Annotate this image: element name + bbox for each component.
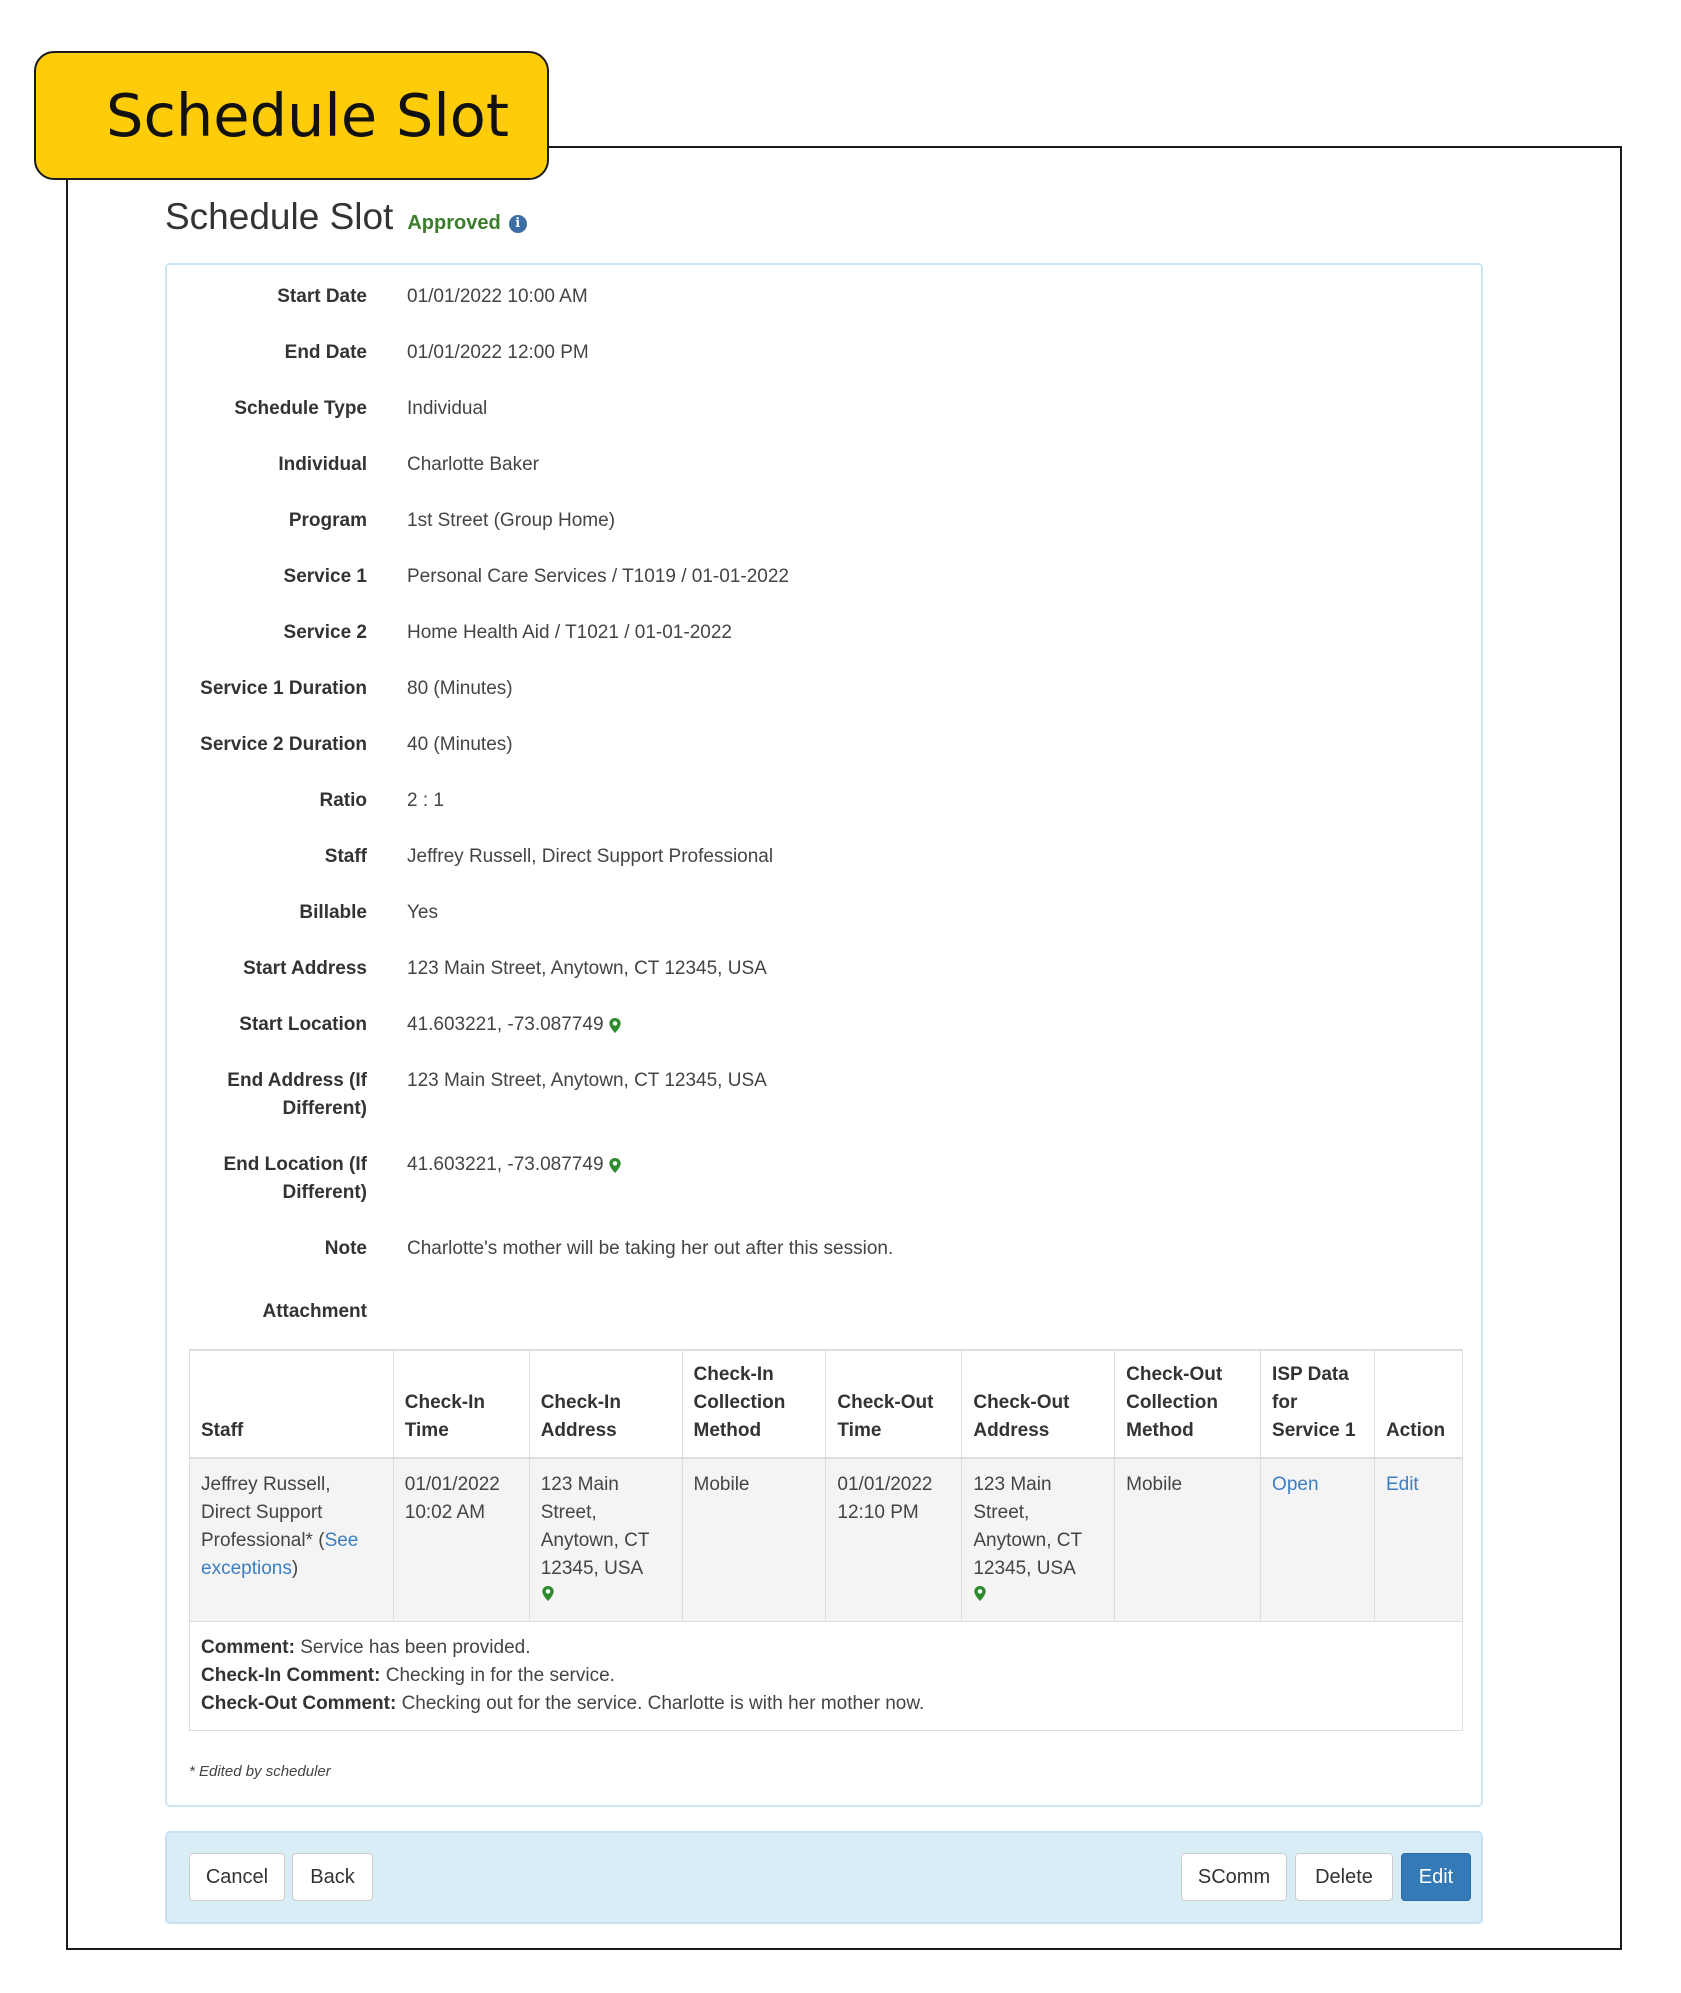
column-header: Check-Out Collection Method <box>1114 1349 1262 1459</box>
column-header: Check-Out Address <box>961 1349 1116 1459</box>
comments-row: Comment: Service has been provided. Chec… <box>189 1621 1463 1731</box>
map-pin-icon[interactable] <box>608 1157 622 1174</box>
detail-value: 80 (Minutes) <box>407 678 513 699</box>
comment-text: Checking in for the service. <box>385 1665 615 1686</box>
detail-label: Service 2 Duration <box>200 734 367 755</box>
detail-value: 40 (Minutes) <box>407 734 513 755</box>
column-header: Check-In Time <box>392 1349 530 1459</box>
column-header: ISP Data for Service 1 <box>1260 1349 1375 1459</box>
checkin-comment-line: Check-In Comment: Checking in for the se… <box>201 1662 1452 1690</box>
detail-label: Individual <box>278 454 367 475</box>
staff-cell: Jeffrey Russell, Direct Support Professi… <box>189 1458 394 1622</box>
comment-label: Comment: <box>201 1637 295 1658</box>
comment-label: Check-In Comment: <box>201 1665 381 1686</box>
detail-label: Billable <box>299 902 367 923</box>
map-pin-icon[interactable] <box>973 1585 987 1602</box>
detail-value: Jeffrey Russell, Direct Support Professi… <box>407 846 774 867</box>
detail-value: 01/01/2022 10:00 AM <box>407 286 588 307</box>
detail-label: End Address (If Different) <box>227 1070 367 1119</box>
detail-value: Home Health Aid / T1021 / 01-01-2022 <box>407 622 732 643</box>
edit-button[interactable]: Edit <box>1401 1853 1471 1901</box>
section-banner: Schedule Slot <box>34 51 549 180</box>
map-pin-icon[interactable] <box>608 1017 622 1034</box>
column-header: Staff <box>189 1349 394 1459</box>
checkout-time-cell: 01/01/2022 12:10 PM <box>825 1458 963 1622</box>
paren-close: ) <box>291 1558 299 1579</box>
table-header-row: Staff Check-In Time Check-In Address Che… <box>189 1349 1464 1459</box>
checkin-address: 123 Main Street, Anytown, CT 12345, USA <box>540 1474 650 1579</box>
detail-label: Attachment <box>262 1301 367 1322</box>
checkout-address: 123 Main Street, Anytown, CT 12345, USA <box>973 1474 1082 1579</box>
detail-label: Program <box>288 510 367 531</box>
detail-value: 123 Main Street, Anytown, CT 12345, USA <box>407 958 767 979</box>
comment-text: Checking out for the service. Charlotte … <box>401 1693 925 1714</box>
status-label: Approved <box>407 212 501 234</box>
column-header: Check-In Collection Method <box>681 1349 827 1459</box>
details-panel: Start Date 01/01/2022 10:00 AM End Date … <box>165 263 1483 1807</box>
action-cell: Edit <box>1373 1458 1464 1622</box>
detail-label: Schedule Type <box>234 398 367 419</box>
checkin-time-cell: 01/01/2022 10:02 AM <box>392 1458 530 1622</box>
detail-value: Charlotte Baker <box>407 454 540 475</box>
info-icon[interactable]: i <box>508 214 527 233</box>
column-header: Check-In Address <box>528 1349 683 1459</box>
detail-value: 01/01/2022 12:00 PM <box>407 342 589 363</box>
detail-label: Service 1 Duration <box>200 678 367 699</box>
edit-check-link[interactable]: Edit <box>1386 1474 1419 1495</box>
status-badge: Approved i <box>407 212 527 235</box>
check-in-out-table: Staff Check-In Time Check-In Address Che… <box>189 1349 1464 1731</box>
detail-label: End Date <box>284 342 367 363</box>
delete-button[interactable]: Delete <box>1295 1853 1393 1901</box>
banner-label: Schedule Slot <box>106 81 509 150</box>
column-header: Action <box>1373 1349 1464 1459</box>
page-title: Schedule Slot <box>165 196 394 237</box>
page-header: Schedule Slot Approved i <box>165 196 527 238</box>
checkout-method-cell: Mobile <box>1114 1458 1262 1622</box>
isp-data-cell: Open <box>1260 1458 1375 1622</box>
comment-text: Service has been provided. <box>300 1637 531 1658</box>
detail-label: Start Address <box>243 958 367 979</box>
detail-value: 1st Street (Group Home) <box>407 510 616 531</box>
detail-value: 2 : 1 <box>407 790 444 811</box>
action-bar: Cancel Back SComm Delete Edit <box>165 1831 1483 1924</box>
checkout-address-cell: 123 Main Street, Anytown, CT 12345, USA <box>961 1458 1116 1622</box>
scomm-button[interactable]: SComm <box>1181 1853 1287 1901</box>
detail-value: 41.603221, -73.087749 <box>407 1154 604 1175</box>
back-button[interactable]: Back <box>292 1853 373 1901</box>
comment-label: Check-Out Comment: <box>201 1693 397 1714</box>
checkin-method-cell: Mobile <box>681 1458 827 1622</box>
detail-value: 41.603221, -73.087749 <box>407 1014 604 1035</box>
detail-value: Charlotte's mother will be taking her ou… <box>407 1238 894 1259</box>
checkin-address-cell: 123 Main Street, Anytown, CT 12345, USA <box>528 1458 683 1622</box>
cancel-button[interactable]: Cancel <box>189 1853 285 1901</box>
comment-line: Comment: Service has been provided. <box>201 1634 1452 1662</box>
detail-label: Staff <box>324 846 367 867</box>
column-header: Check-Out Time <box>825 1349 963 1459</box>
detail-value: Personal Care Services / T1019 / 01-01-2… <box>407 566 789 587</box>
detail-value: Yes <box>407 902 438 923</box>
detail-label: Ratio <box>319 790 368 811</box>
detail-label: Start Location <box>239 1014 367 1035</box>
detail-value: Individual <box>407 398 488 419</box>
open-isp-link[interactable]: Open <box>1272 1474 1318 1495</box>
staff-name: Jeffrey Russell, Direct Support Professi… <box>201 1474 331 1551</box>
detail-label: Service 1 <box>283 566 367 587</box>
detail-value: 123 Main Street, Anytown, CT 12345, USA <box>407 1070 767 1091</box>
map-pin-icon[interactable] <box>541 1585 555 1602</box>
table-row: Jeffrey Russell, Direct Support Professi… <box>189 1458 1464 1622</box>
detail-label: End Location (If Different) <box>223 1154 367 1203</box>
detail-label: Service 2 <box>283 622 367 643</box>
detail-label: Note <box>324 1238 367 1259</box>
checkout-comment-line: Check-Out Comment: Checking out for the … <box>201 1690 1452 1718</box>
edited-footnote: * Edited by scheduler <box>189 1763 331 1780</box>
detail-label: Start Date <box>277 286 367 307</box>
comments-cell: Comment: Service has been provided. Chec… <box>189 1621 1463 1731</box>
